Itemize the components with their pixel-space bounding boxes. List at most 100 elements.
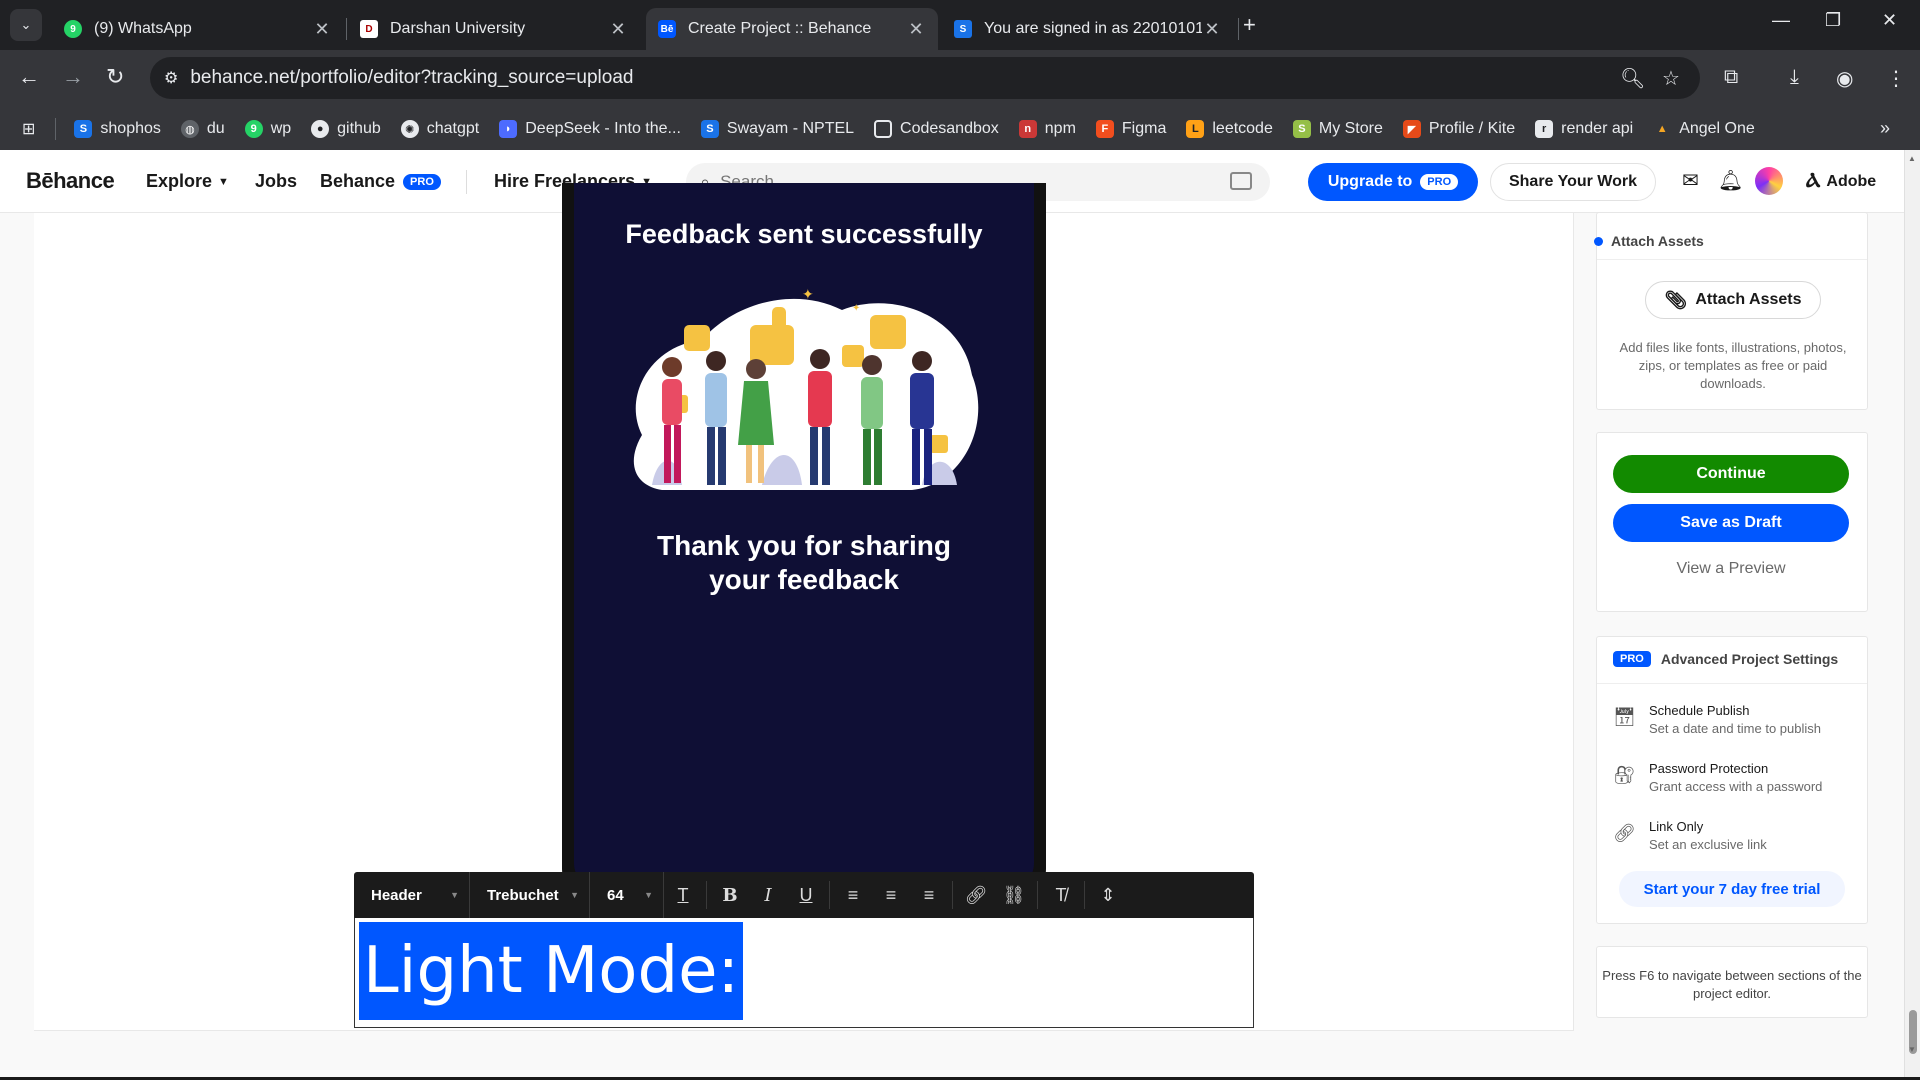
window-close-icon[interactable]: ✕ <box>1882 10 1897 31</box>
bookmark-deepseek[interactable]: ◗ DeepSeek - Into the... <box>499 120 681 138</box>
globe-icon: ◍ <box>180 120 199 138</box>
menu-kebab-icon[interactable]: ⋮ <box>1886 66 1906 91</box>
behance-logo[interactable]: Bēhance <box>26 168 115 194</box>
close-icon[interactable]: ✕ <box>312 19 332 40</box>
italic-icon[interactable]: I <box>749 885 787 906</box>
panel-divider <box>1597 259 1867 260</box>
share-your-work-button[interactable]: Share Your Work <box>1490 163 1656 201</box>
profile-icon[interactable]: ◉ <box>1836 66 1853 91</box>
close-icon[interactable]: ✕ <box>1202 19 1222 40</box>
tab-divider <box>1238 18 1239 40</box>
text-editor-area[interactable]: Light Mode: <box>354 918 1254 1028</box>
restore-icon[interactable]: ❐ <box>1825 10 1841 31</box>
thanks-line-1: Thank you for sharing <box>656 530 952 561</box>
close-icon[interactable]: ✕ <box>608 19 628 40</box>
toolbar-divider <box>1037 881 1038 909</box>
phone-mockup-image[interactable]: Feedback sent successfully ✦ ✦ Thank you… <box>562 183 1046 903</box>
thanks-message: Thank you for sharing your feedback <box>574 529 1034 597</box>
minimize-icon[interactable]: — <box>1772 10 1790 31</box>
extensions-icon[interactable]: ⧉ <box>1724 66 1738 89</box>
back-icon[interactable]: ← <box>18 64 40 90</box>
shopify-icon: S <box>1292 120 1311 138</box>
free-trial-button[interactable]: Start your 7 day free trial <box>1619 871 1845 907</box>
address-bar[interactable]: ⚙ behance.net/portfolio/editor?tracking_… <box>150 57 1700 99</box>
bookmark-du[interactable]: ◍ du <box>180 120 225 138</box>
site-info-icon[interactable]: ⚙ <box>164 68 178 88</box>
continue-button[interactable]: Continue <box>1613 455 1849 493</box>
npm-icon: n <box>1018 120 1037 138</box>
bookmark-figma[interactable]: F Figma <box>1095 120 1166 138</box>
attach-assets-description: Add files like fonts, illustrations, pho… <box>1619 340 1847 391</box>
line-height-icon[interactable]: ⇕ <box>1089 885 1127 906</box>
tab-whatsapp[interactable]: 9 (9) WhatsApp ✕ <box>52 8 344 50</box>
nav-divider <box>466 170 467 194</box>
font-family-select[interactable]: Trebuchet ▼ <box>470 872 590 918</box>
attach-assets-header: Attach Assets <box>1594 233 1704 249</box>
image-search-icon[interactable] <box>1230 172 1252 190</box>
nav-jobs[interactable]: Jobs <box>255 171 297 192</box>
link-only-option[interactable]: 🔗︎ Link Only Set an exclusive link <box>1613 819 1767 852</box>
text-color-icon[interactable]: T <box>664 885 702 906</box>
nav-explore[interactable]: Explore ▼ <box>146 171 229 192</box>
font-size-select[interactable]: 64 ▼ <box>590 872 664 918</box>
password-protection-option[interactable]: 🔐︎ Password Protection Grant access with … <box>1613 761 1822 794</box>
view-preview-link[interactable]: View a Preview <box>1613 554 1849 584</box>
tab-behance-active[interactable]: Bē Create Project :: Behance ✕ <box>646 8 938 50</box>
nav-behance-pro[interactable]: Behance PRO <box>320 171 441 192</box>
clear-format-icon[interactable]: T̸ <box>1042 885 1080 906</box>
selected-heading-text[interactable]: Light Mode: <box>359 922 743 1020</box>
bell-icon[interactable]: 🔔︎ <box>1718 168 1743 193</box>
align-right-icon[interactable]: ≡ <box>910 885 948 906</box>
more-bookmarks-icon[interactable]: » <box>1880 118 1890 139</box>
scroll-down-icon[interactable]: ▼ <box>1908 1045 1916 1054</box>
phone-screen: Feedback sent successfully ✦ ✦ Thank you… <box>574 183 1034 891</box>
toolbar-divider <box>1084 881 1085 909</box>
bookmark-star-icon[interactable]: ☆ <box>1662 66 1680 91</box>
save-draft-button[interactable]: Save as Draft <box>1613 504 1849 542</box>
align-center-icon[interactable]: ≡ <box>872 885 910 906</box>
new-tab-icon[interactable]: + <box>1243 12 1256 38</box>
browser-toolbar: ← → ↻ ⚙ behance.net/portfolio/editor?tra… <box>0 50 1920 108</box>
bookmark-render-api[interactable]: r render api <box>1535 120 1633 138</box>
bookmark-codesandbox[interactable]: Codesandbox <box>874 120 999 138</box>
deepseek-icon: ◗ <box>499 120 518 138</box>
chevron-down-icon: ▼ <box>570 890 579 900</box>
tab-darshan[interactable]: D Darshan University ✕ <box>348 8 640 50</box>
bookmark-kite[interactable]: ◤ Profile / Kite <box>1402 120 1515 138</box>
bookmark-leetcode[interactable]: Lleetcode <box>1186 120 1273 138</box>
tab-signed-in[interactable]: S You are signed in as 220101014 ✕ <box>942 8 1234 50</box>
bookmark-swayam[interactable]: S Swayam - NPTEL <box>700 120 854 138</box>
avatar[interactable] <box>1755 167 1783 195</box>
bookmark-npm[interactable]: n npm <box>1018 120 1076 138</box>
keyboard-hint-panel: Press F6 to navigate between sections of… <box>1596 946 1868 1018</box>
bookmark-chatgpt[interactable]: ✺ chatgpt <box>400 120 479 138</box>
attach-assets-button[interactable]: 📎︎ Attach Assets <box>1645 281 1821 319</box>
download-icon[interactable]: ⤓ <box>1790 66 1799 89</box>
tab-search-chevron-icon[interactable]: ⌄ <box>10 9 42 41</box>
scroll-up-icon[interactable]: ▲ <box>1908 154 1916 163</box>
adobe-link[interactable]: Ⲁ Adobe <box>1806 170 1876 193</box>
schedule-publish-option[interactable]: 📅︎ Schedule Publish Set a date and time t… <box>1613 703 1821 736</box>
underline-icon[interactable]: U <box>787 885 825 906</box>
reload-icon[interactable]: ↻ <box>106 64 124 90</box>
bookmark-github[interactable]: ● github <box>311 120 381 138</box>
text-style-select[interactable]: Header ▼ <box>354 872 470 918</box>
zoom-icon[interactable]: 🔍︎ <box>1620 66 1645 91</box>
mail-icon[interactable]: ✉ <box>1682 168 1699 193</box>
apps-grid-icon[interactable]: ⊞ <box>22 119 35 139</box>
swayam-icon: S <box>700 120 719 138</box>
align-left-icon[interactable]: ≡ <box>834 885 872 906</box>
upgrade-pro-button[interactable]: Upgrade to PRO <box>1308 163 1478 201</box>
unlink-icon[interactable]: ⛓ <box>995 885 1033 906</box>
bookmark-shophos[interactable]: Sshophos <box>74 120 161 138</box>
bookmark-wp[interactable]: 9 wp <box>244 120 291 138</box>
link-icon[interactable]: 🔗︎ <box>957 885 995 906</box>
publish-actions-panel: Continue Save as Draft View a Preview <box>1596 432 1868 612</box>
forward-icon[interactable]: → <box>62 64 84 90</box>
swayam-icon: S <box>954 20 972 38</box>
bookmark-angel-one[interactable]: ▲ Angel One <box>1653 120 1755 138</box>
bookmark-my-store[interactable]: S My Store <box>1292 120 1383 138</box>
page-scrollbar[interactable]: ▲ ▼ <box>1904 150 1920 1080</box>
bold-icon[interactable]: B <box>711 885 749 906</box>
close-icon[interactable]: ✕ <box>906 19 926 40</box>
